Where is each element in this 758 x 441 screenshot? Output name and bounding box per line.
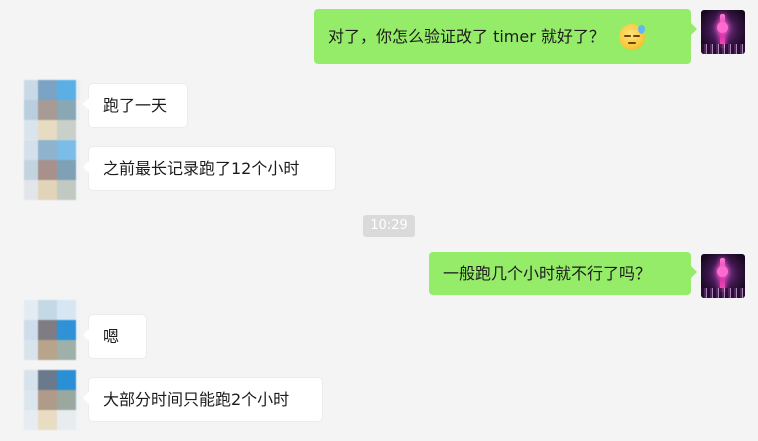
self-avatar[interactable] <box>701 254 745 298</box>
message-bubble-incoming[interactable]: 嗯 <box>83 315 146 358</box>
message-text: 之前最长记录跑了12个小时 <box>103 158 300 178</box>
message-text: 跑了一天 <box>103 95 168 115</box>
sweat-smile-emoji-icon <box>618 23 645 50</box>
pixelated-avatar-image <box>24 80 80 140</box>
message-text: 嗯 <box>103 326 120 346</box>
message-bubble-incoming[interactable]: 大部分时间只能跑2个小时 <box>83 378 322 421</box>
pixelated-avatar-image <box>24 300 80 360</box>
message-timestamp: 10:29 <box>363 215 415 237</box>
message-text: 一般跑几个小时就不行了吗？ <box>443 263 652 283</box>
tower-ball <box>717 22 728 33</box>
contact-avatar[interactable] <box>24 300 80 360</box>
tower-ball <box>717 266 728 277</box>
self-avatar[interactable] <box>701 10 745 54</box>
pixelated-avatar-image <box>24 140 80 200</box>
city-skyline <box>701 44 745 54</box>
message-bubble-outgoing[interactable]: 一般跑几个小时就不行了吗？ <box>429 252 697 295</box>
message-bubble-incoming[interactable]: 之前最长记录跑了12个小时 <box>83 147 335 190</box>
message-bubble-outgoing[interactable]: 对了，你怎么验证改了 timer 就好了？ <box>314 9 697 64</box>
message-bubble-incoming[interactable]: 跑了一天 <box>83 84 187 127</box>
city-skyline <box>701 288 745 298</box>
contact-avatar[interactable] <box>24 140 80 200</box>
contact-avatar[interactable] <box>24 80 80 140</box>
message-text: 大部分时间只能跑2个小时 <box>103 389 290 409</box>
pixelated-avatar-image <box>24 370 80 430</box>
contact-avatar[interactable] <box>24 370 80 430</box>
message-text: 对了，你怎么验证改了 timer 就好了？ <box>328 26 605 46</box>
